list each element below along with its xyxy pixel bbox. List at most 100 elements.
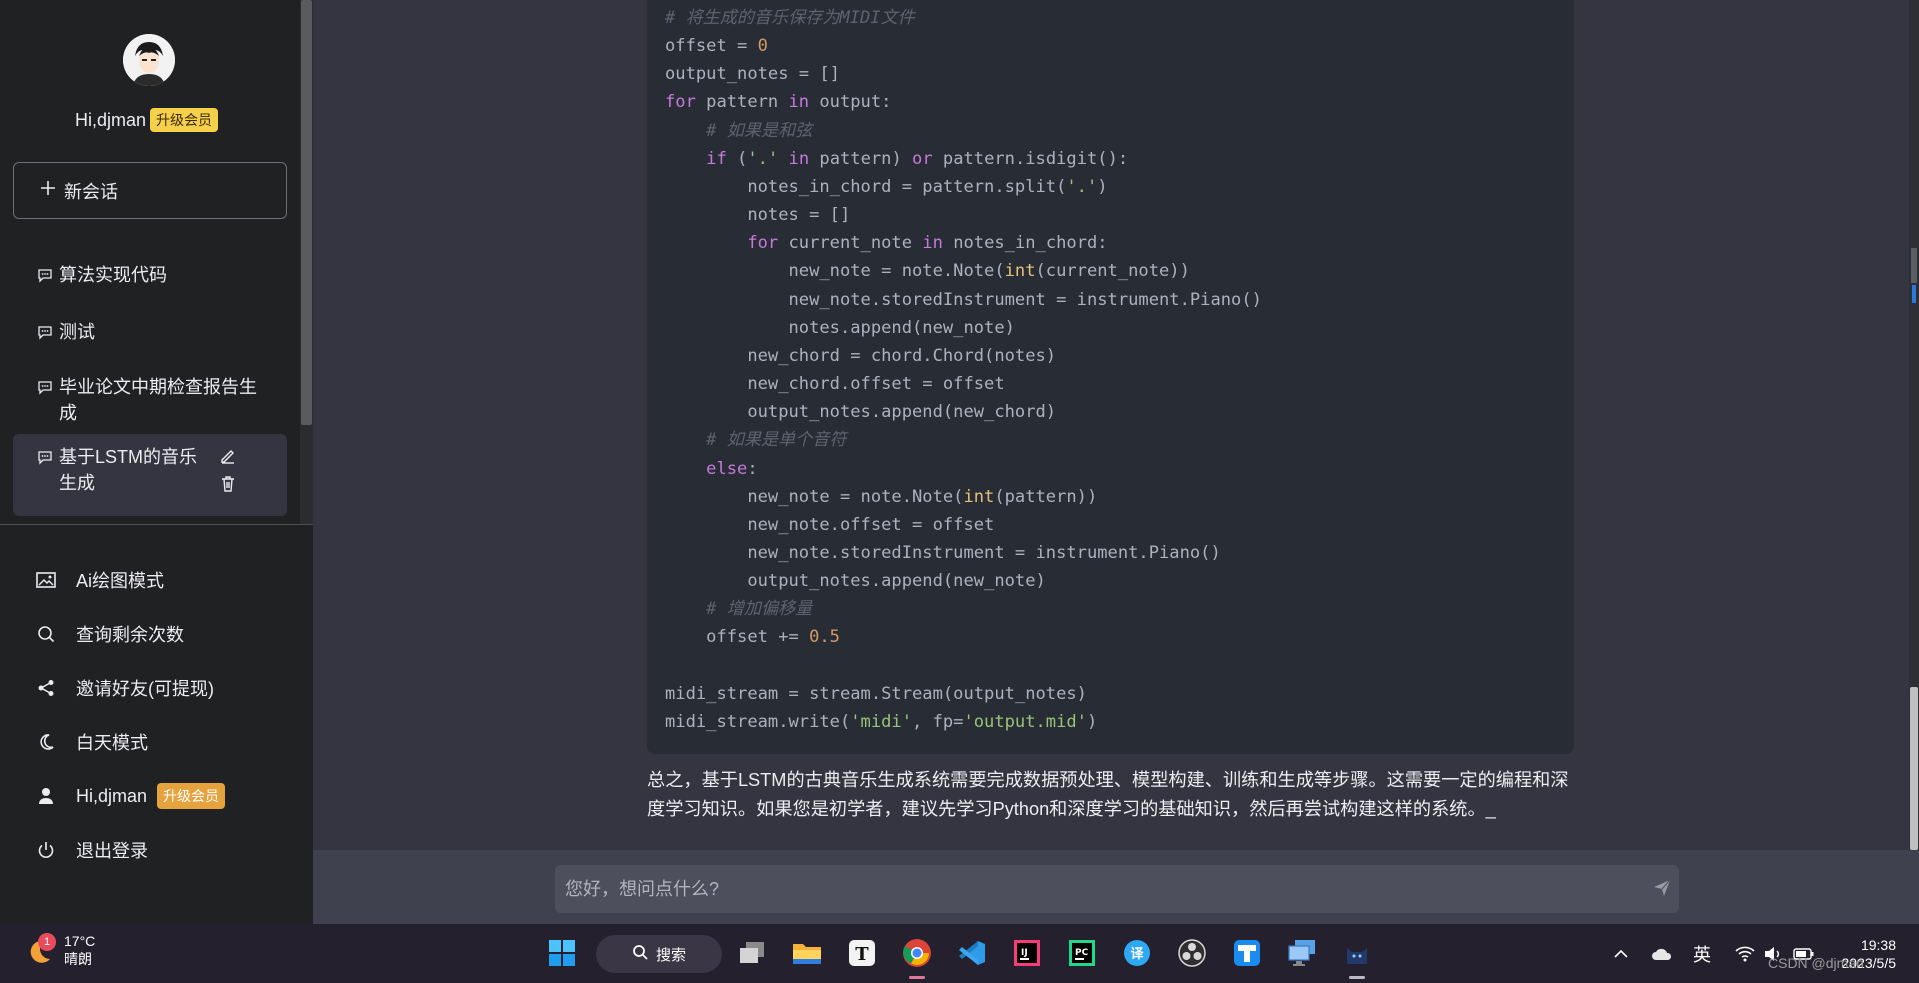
code-line: for pattern in output: (665, 92, 892, 113)
code-line: notes.append(new_note) (665, 317, 1015, 338)
sidebar-divider (0, 524, 313, 525)
conversation-item-active[interactable]: 基于LSTM的音乐生成 (13, 434, 287, 516)
menu-invite-friends[interactable]: 邀请好友(可提现) (36, 675, 214, 701)
code-line: offset += 0.5 (665, 627, 840, 648)
weather-desc: 晴朗 (64, 951, 92, 967)
menu-label: 退出登录 (76, 841, 148, 861)
code-line: midi_stream = stream.Stream(output_notes… (665, 683, 1087, 704)
file-explorer-icon[interactable] (790, 936, 824, 970)
windows-start-icon[interactable] (545, 936, 579, 970)
code-line: if ('.' in pattern) or pattern.isdigit()… (706, 148, 1129, 169)
code-line: new_note = note.Note(int(current_note)) (665, 261, 1190, 282)
code-line: new_note.offset = offset (665, 514, 995, 535)
conversation-title: 基于LSTM的音乐生成 (59, 447, 198, 493)
chat-input[interactable] (555, 865, 1679, 913)
cat-app-icon[interactable] (1340, 936, 1374, 970)
power-icon (36, 840, 56, 860)
search-icon (36, 624, 56, 644)
chrome-icon[interactable] (900, 936, 934, 970)
wifi-icon[interactable] (1735, 924, 1755, 983)
new-chat-label: 新会话 (64, 181, 118, 202)
sidebar-scrollbar-thumb[interactable] (301, 0, 312, 425)
send-icon[interactable] (1653, 879, 1671, 897)
chat-scrollbar-thumb[interactable] (1910, 687, 1918, 850)
code-line: new_note.storedInstrument = instrument.P… (665, 289, 1262, 310)
obs-studio-icon[interactable] (1175, 936, 1209, 970)
scroll-marker (1911, 248, 1917, 283)
menu-query-remaining[interactable]: 查询剩余次数 (36, 621, 184, 647)
code-line: new_note.storedInstrument = instrument.P… (665, 542, 1221, 563)
sidebar-scrollbar[interactable] (300, 0, 313, 524)
new-chat-button[interactable]: 新会话 (13, 162, 287, 219)
ime-language[interactable]: 英 (1693, 924, 1711, 983)
upgrade-vip-badge[interactable]: 升级会员 (150, 108, 219, 132)
conversation-title: 测试 (59, 322, 95, 342)
user-greeting: Hi,djman 升级会员 (75, 108, 219, 132)
code-line: offset = 0 (665, 36, 768, 57)
image-icon (36, 570, 56, 590)
running-indicator (1349, 976, 1365, 979)
menu-ai-drawing[interactable]: Ai绘图模式 (36, 567, 164, 593)
conversation-item[interactable]: 测试 (13, 309, 287, 355)
battery-icon[interactable] (1793, 924, 1815, 983)
search-icon (632, 944, 648, 964)
code-line: notes_in_chord = pattern.split('.') (665, 176, 1108, 197)
code-line: output_notes.append(new_note) (665, 571, 1046, 592)
edit-icon[interactable] (219, 446, 237, 472)
svg-text:T: T (855, 944, 869, 965)
menu-label: 白天模式 (76, 733, 148, 753)
avatar[interactable] (123, 34, 175, 86)
code-line: new_note = note.Note(int(pattern)) (665, 486, 1098, 507)
chat-bubble-icon (37, 262, 55, 288)
conversation-item[interactable]: 算法实现代码 (13, 252, 287, 298)
code-line: output_notes = [] (665, 64, 840, 85)
pycharm-icon[interactable]: PC (1065, 936, 1099, 970)
translator-icon[interactable]: 译 (1120, 936, 1154, 970)
onedrive-cloud-icon[interactable] (1651, 924, 1673, 983)
svg-text:IJ: IJ (1021, 948, 1028, 958)
task-view-icon[interactable] (735, 936, 769, 970)
weather-widget[interactable]: 1 17°C 晴朗 (24, 932, 95, 968)
assistant-summary-text: 总之，基于LSTM的古典音乐生成系统需要完成数据预处理、模型构建、训练和生成等步… (647, 770, 1569, 819)
sidebar: Hi,djman 升级会员 新会话 算法实现代码 测试 毕业论文中期检查报告生成… (0, 0, 313, 924)
code-line: # 如果是单个音符 (706, 430, 847, 451)
menu-logout[interactable]: 退出登录 (36, 837, 148, 863)
weather-notification-badge: 1 (38, 933, 56, 951)
share-icon (36, 678, 56, 698)
os-taskbar: 1 17°C 晴朗 搜索 T IJ PC 译 英 19:38 2023/5/5 (0, 924, 1919, 983)
remote-desktop-icon[interactable] (1285, 936, 1319, 970)
weather-temp: 17°C (64, 933, 96, 949)
show-hidden-icons-chevron-icon[interactable] (1614, 924, 1628, 983)
chat-bubble-icon (37, 444, 55, 470)
delete-icon[interactable] (219, 474, 237, 500)
chat-bubble-icon (37, 319, 55, 345)
chat-bubble-icon (37, 374, 55, 400)
chat-scrollbar[interactable] (1909, 0, 1919, 850)
conversation-item[interactable]: 毕业论文中期检查报告生成 (13, 364, 287, 436)
intellij-idea-icon[interactable]: IJ (1010, 936, 1044, 970)
volume-icon[interactable] (1763, 924, 1783, 983)
menu-day-mode[interactable]: 白天模式 (36, 729, 148, 755)
code-line: new_chord = chord.Chord(notes) (665, 345, 1057, 366)
menu-label: Hi,djman (76, 785, 148, 806)
conversation-title: 算法实现代码 (59, 265, 167, 285)
code-line: output_notes.append(new_chord) (665, 402, 1057, 423)
code-line: midi_stream.write('midi', fp='output.mid… (665, 711, 1098, 732)
code-line: else: (706, 458, 758, 479)
user-name: Hi,djman (75, 109, 147, 130)
clock-time: 19:38 (1860, 937, 1896, 953)
scroll-marker-highlight (1912, 285, 1916, 303)
typora-icon[interactable]: T (845, 936, 879, 970)
taskbar-search-label: 搜索 (655, 946, 686, 964)
taskbar-search[interactable]: 搜索 (596, 935, 722, 973)
todo-app-icon[interactable] (1230, 936, 1264, 970)
code-line: for current_note in notes_in_chord: (747, 233, 1108, 254)
vscode-icon[interactable] (955, 936, 989, 970)
conversation-title: 毕业论文中期检查报告生成 (59, 377, 257, 423)
menu-label: 查询剩余次数 (76, 625, 184, 645)
upgrade-vip-badge[interactable]: 升级会员 (157, 783, 226, 809)
plus-icon (40, 180, 56, 201)
code-content: # 将生成的音乐保存为MIDI文件 offset = 0 output_note… (665, 4, 1262, 736)
menu-user-profile[interactable]: Hi,djman 升级会员 (36, 783, 226, 809)
code-line: # 将生成的音乐保存为MIDI文件 (665, 8, 915, 28)
